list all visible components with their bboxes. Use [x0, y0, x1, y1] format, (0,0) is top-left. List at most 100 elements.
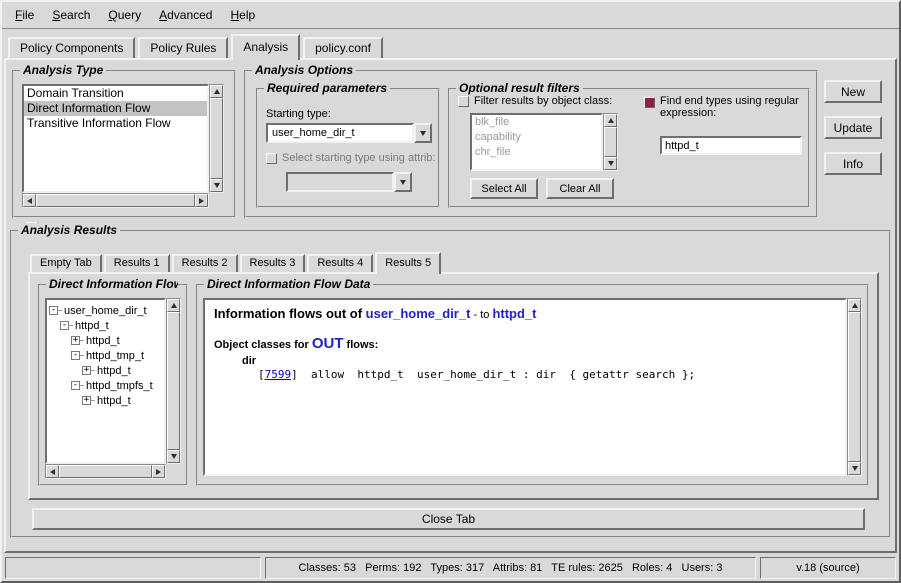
rule-id-link[interactable]: 7599 [265, 368, 292, 381]
scrollbar-trough[interactable] [210, 98, 223, 179]
flow-data-vertical-scrollbar[interactable] [847, 298, 862, 476]
analysis-results-title: Analysis Results [18, 223, 120, 237]
menu-search[interactable]: Search [43, 5, 99, 25]
scrollbar-trough[interactable] [36, 194, 195, 207]
attrib-checkbox[interactable]: Select starting type using attrib: [266, 152, 435, 164]
scroll-left-button[interactable] [46, 465, 59, 478]
clear-all-button[interactable]: Clear All [546, 178, 614, 199]
scroll-down-button[interactable] [167, 450, 180, 463]
tree-node-label[interactable]: httpd_t [86, 335, 120, 347]
close-tab-button[interactable]: Close Tab [32, 508, 865, 530]
flow-tree-vertical-scrollbar[interactable] [166, 298, 181, 464]
scroll-up-button[interactable] [167, 299, 180, 312]
right-arrow-icon [156, 469, 161, 475]
select-all-button[interactable]: Select All [470, 178, 538, 199]
right-arrow-icon [199, 198, 204, 204]
rule-body: allow httpd_t user_home_dir_t : dir { ge… [298, 368, 695, 381]
expander-open-icon[interactable]: - [71, 381, 80, 390]
tree-row[interactable]: - user_home_dir_t [49, 303, 162, 318]
filter-object-class-label: Filter results by object class: [474, 95, 612, 107]
list-item-domain-transition[interactable]: Domain Transition [24, 86, 207, 101]
tree-row[interactable]: + httpd_t [49, 393, 162, 408]
analysis-type-horizontal-scrollbar[interactable] [22, 193, 209, 208]
menu-file[interactable]: File [6, 5, 43, 25]
tree-row[interactable]: + httpd_t [49, 333, 162, 348]
tab-policy-conf[interactable]: policy.conf [303, 37, 383, 58]
starting-type-value[interactable]: user_home_dir_t [266, 123, 414, 143]
statusbar-stats: Classes: 53 Perms: 192 Types: 317 Attrib… [265, 557, 756, 579]
menu-query-label: uery [118, 8, 141, 22]
scrollbar-thumb[interactable] [848, 312, 861, 462]
scroll-up-button[interactable] [210, 85, 223, 98]
list-item-transitive-information-flow[interactable]: Transitive Information Flow [24, 116, 207, 131]
checkbox-indicator-checked[interactable] [644, 97, 655, 108]
menu-query[interactable]: Query [99, 5, 150, 25]
scroll-right-button[interactable] [152, 465, 165, 478]
tab-empty-tab[interactable]: Empty Tab [30, 254, 102, 272]
menu-advanced[interactable]: Advanced [150, 5, 221, 25]
checkbox-indicator[interactable] [266, 153, 277, 164]
flow-tree-horizontal-scrollbar[interactable] [45, 464, 166, 479]
expander-closed-icon[interactable]: + [71, 336, 80, 345]
new-button[interactable]: New [824, 80, 882, 103]
analysis-type-vertical-scrollbar[interactable] [209, 84, 224, 193]
expander-open-icon[interactable]: - [49, 306, 58, 315]
tab-results-4[interactable]: Results 4 [307, 254, 373, 272]
regex-checkbox[interactable]: Find end types using regular expression: [644, 95, 804, 119]
scrollbar-trough[interactable] [167, 312, 180, 450]
checkbox-indicator[interactable] [458, 96, 469, 107]
scroll-up-button[interactable] [848, 299, 861, 312]
tab-results-1[interactable]: Results 1 [104, 254, 170, 272]
tree-row[interactable]: - httpd_tmp_t [49, 348, 162, 363]
tree-row[interactable]: - httpd_t [49, 318, 162, 333]
scrollbar-thumb[interactable] [604, 127, 617, 157]
scroll-down-button[interactable] [848, 462, 861, 475]
tree-row[interactable]: + httpd_t [49, 363, 162, 378]
expander-closed-icon[interactable]: + [82, 366, 91, 375]
up-arrow-icon [608, 118, 614, 123]
tab-analysis[interactable]: Analysis [231, 34, 300, 60]
scroll-up-button[interactable] [604, 114, 617, 127]
flow-tree[interactable]: - user_home_dir_t - httpd_t + httpd_t [45, 298, 166, 464]
tree-row[interactable]: - httpd_tmpfs_t [49, 378, 162, 393]
scrollbar-trough[interactable] [604, 127, 617, 157]
scrollbar-trough[interactable] [848, 312, 861, 462]
tree-node-label[interactable]: user_home_dir_t [64, 305, 147, 317]
tree-node-label[interactable]: httpd_t [97, 365, 131, 377]
menu-help[interactable]: Help [221, 5, 264, 25]
tab-results-2[interactable]: Results 2 [172, 254, 238, 272]
scrollbar-thumb[interactable] [210, 98, 223, 179]
tree-node-label[interactable]: httpd_tmp_t [86, 350, 144, 362]
tree-node-label[interactable]: httpd_t [75, 320, 109, 332]
scroll-down-button[interactable] [210, 179, 223, 192]
expander-open-icon[interactable]: - [71, 351, 80, 360]
rule-line: [7599] allow httpd_t user_home_dir_t : d… [258, 368, 836, 381]
starting-type-label: Starting type: [266, 108, 331, 120]
tree-node-label[interactable]: httpd_tmpfs_t [86, 380, 153, 392]
expander-closed-icon[interactable]: + [82, 396, 91, 405]
scroll-right-button[interactable] [195, 194, 208, 207]
tree-connector [69, 325, 73, 326]
analysis-type-listbox[interactable]: Domain Transition Direct Information Flo… [22, 84, 209, 193]
scrollbar-thumb[interactable] [59, 465, 152, 478]
tab-policy-components[interactable]: Policy Components [8, 37, 135, 58]
flow-data-textarea[interactable]: Information flows out of user_home_dir_t… [203, 298, 847, 476]
object-class-vertical-scrollbar[interactable] [603, 113, 618, 171]
filter-object-class-checkbox[interactable]: Filter results by object class: [458, 95, 612, 107]
list-item-direct-information-flow[interactable]: Direct Information Flow [24, 101, 207, 116]
scroll-left-button[interactable] [23, 194, 36, 207]
scrollbar-trough[interactable] [59, 465, 152, 478]
tab-results-3[interactable]: Results 3 [240, 254, 306, 272]
tab-policy-rules[interactable]: Policy Rules [138, 37, 228, 58]
update-button[interactable]: Update [824, 116, 882, 139]
starting-type-combobox[interactable]: user_home_dir_t [266, 123, 432, 143]
info-button[interactable]: Info [824, 152, 882, 175]
tree-node-label[interactable]: httpd_t [97, 395, 131, 407]
tab-results-5[interactable]: Results 5 [375, 252, 441, 274]
regex-input[interactable] [660, 136, 802, 155]
scroll-down-button[interactable] [604, 157, 617, 170]
expander-open-icon[interactable]: - [60, 321, 69, 330]
starting-type-dropdown-button[interactable] [414, 123, 432, 143]
scrollbar-thumb[interactable] [167, 312, 180, 450]
scrollbar-thumb[interactable] [36, 194, 195, 207]
